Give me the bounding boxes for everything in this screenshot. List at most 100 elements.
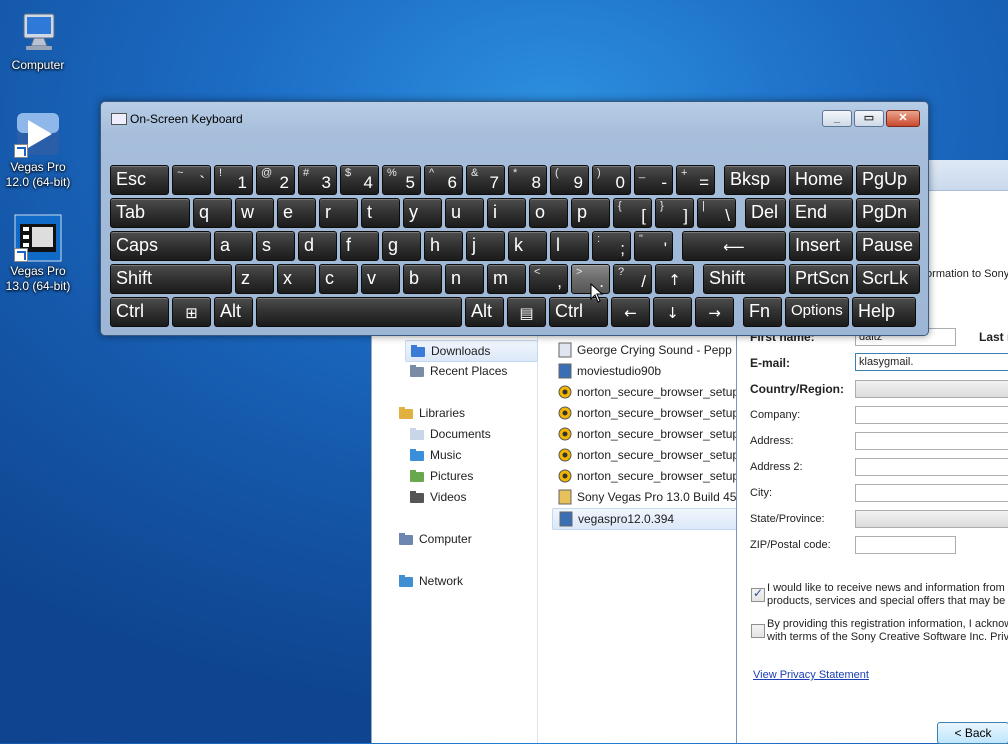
back-button[interactable]: < Back bbox=[937, 722, 1008, 744]
privacy-statement-link[interactable]: View Privacy Statement bbox=[753, 669, 869, 681]
nav-item-libraries[interactable]: Libraries bbox=[398, 403, 518, 423]
key-caps[interactable]: Caps bbox=[110, 231, 211, 261]
file-item[interactable]: norton_secure_browser_setup bbox=[552, 403, 737, 423]
desktop-icon-vegas-pro-13[interactable]: Vegas Pro 13.0 (64-bit) bbox=[0, 214, 76, 294]
key-[interactable]: + = bbox=[676, 165, 715, 195]
key-k[interactable]: k bbox=[508, 231, 547, 261]
key-help[interactable]: Help bbox=[852, 297, 916, 327]
nav-item-documents[interactable]: Documents bbox=[409, 424, 529, 444]
email-field[interactable]: klasygmail. bbox=[855, 353, 1008, 371]
key-p[interactable]: p bbox=[571, 198, 610, 228]
file-item[interactable]: moviestudio90b bbox=[552, 361, 737, 381]
key-z[interactable]: z bbox=[235, 264, 274, 294]
key-[interactable]: ⊞ bbox=[172, 297, 211, 327]
desktop-icon-vegas-pro-12[interactable]: Vegas Pro 12.0 (64-bit) bbox=[0, 110, 76, 190]
company-field[interactable] bbox=[855, 406, 1008, 424]
key-f[interactable]: f bbox=[340, 231, 379, 261]
key-prtscn[interactable]: PrtScn bbox=[789, 264, 853, 294]
key-2[interactable]: @2 bbox=[256, 165, 295, 195]
address-field[interactable] bbox=[855, 432, 1008, 450]
key-bksp[interactable]: Bksp bbox=[724, 165, 786, 195]
key-home[interactable]: Home bbox=[789, 165, 853, 195]
key-1[interactable]: ! 1 bbox=[214, 165, 253, 195]
key-[interactable]: ↓ bbox=[653, 297, 692, 327]
key-[interactable]: " ' bbox=[634, 231, 673, 261]
key-s[interactable]: s bbox=[256, 231, 295, 261]
key-5[interactable]: % 5 bbox=[382, 165, 421, 195]
key-q[interactable]: q bbox=[193, 198, 232, 228]
key-[interactable]: → bbox=[695, 297, 734, 327]
key-ctrl[interactable]: Ctrl bbox=[110, 297, 169, 327]
key-insert[interactable]: Insert bbox=[789, 231, 853, 261]
nav-item-network[interactable]: Network bbox=[398, 571, 518, 591]
file-item[interactable]: George Crying Sound - Pepp bbox=[552, 340, 737, 360]
zip-field[interactable] bbox=[855, 536, 956, 554]
key-scrlk[interactable]: ScrLk bbox=[856, 264, 920, 294]
key-6[interactable]: ^ 6 bbox=[424, 165, 463, 195]
key-[interactable]: ⟵ bbox=[682, 231, 786, 261]
key-[interactable]: <, bbox=[529, 264, 568, 294]
key-b[interactable]: b bbox=[403, 264, 442, 294]
key-end[interactable]: End bbox=[789, 198, 853, 228]
city-field[interactable] bbox=[855, 484, 1008, 502]
key-n[interactable]: n bbox=[445, 264, 484, 294]
key-9[interactable]: (9 bbox=[550, 165, 589, 195]
key-pgdn[interactable]: PgDn bbox=[856, 198, 920, 228]
key-j[interactable]: j bbox=[466, 231, 505, 261]
key-r[interactable]: r bbox=[319, 198, 358, 228]
key-o[interactable]: o bbox=[529, 198, 568, 228]
file-item[interactable]: Sony Vegas Pro 13.0 Build 453 bbox=[552, 487, 737, 507]
key-options[interactable]: Options bbox=[785, 297, 849, 327]
key-i[interactable]: i bbox=[487, 198, 526, 228]
key-shift[interactable]: Shift bbox=[110, 264, 232, 294]
key-[interactable]: | \ bbox=[697, 198, 736, 228]
nav-item-music[interactable]: Music bbox=[409, 445, 529, 465]
key-e[interactable]: e bbox=[277, 198, 316, 228]
key-[interactable]: ~ ` bbox=[172, 165, 211, 195]
state-dropdown[interactable] bbox=[855, 510, 1008, 528]
key-[interactable]: {[ bbox=[613, 198, 652, 228]
desktop-icon-computer[interactable]: Computer bbox=[0, 8, 76, 73]
key-t[interactable]: t bbox=[361, 198, 400, 228]
key-3[interactable]: #3 bbox=[298, 165, 337, 195]
nav-item-recent-places[interactable]: Recent Places bbox=[409, 361, 529, 381]
address2-field[interactable] bbox=[855, 458, 1008, 476]
nav-item-computer[interactable]: Computer bbox=[398, 529, 518, 549]
key-[interactable]: ▤ bbox=[507, 297, 546, 327]
file-item[interactable]: norton_secure_browser_setup bbox=[552, 466, 737, 486]
key-del[interactable]: Del bbox=[745, 198, 786, 228]
terms-checkbox[interactable] bbox=[751, 624, 765, 638]
key-y[interactable]: y bbox=[403, 198, 442, 228]
key-h[interactable]: h bbox=[424, 231, 463, 261]
key-[interactable]: ↑ bbox=[655, 264, 694, 294]
file-item[interactable]: vegaspro12.0.394 bbox=[552, 508, 739, 530]
key-x[interactable]: x bbox=[277, 264, 316, 294]
key-d[interactable]: d bbox=[298, 231, 337, 261]
key-alt[interactable]: Alt bbox=[465, 297, 504, 327]
key-c[interactable]: c bbox=[319, 264, 358, 294]
news-checkbox[interactable] bbox=[751, 586, 765, 602]
key-7[interactable]: & 7 bbox=[466, 165, 505, 195]
key-esc[interactable]: Esc bbox=[110, 165, 169, 195]
key-0[interactable]: ) 0 bbox=[592, 165, 631, 195]
key-8[interactable]: * 8 bbox=[508, 165, 547, 195]
key-[interactable]: ← bbox=[611, 297, 650, 327]
key-m[interactable]: m bbox=[487, 264, 526, 294]
key-pause[interactable]: Pause bbox=[856, 231, 920, 261]
nav-item-videos[interactable]: Videos bbox=[409, 487, 529, 507]
key-v[interactable]: v bbox=[361, 264, 400, 294]
file-item[interactable]: norton_secure_browser_setup bbox=[552, 424, 737, 444]
key-fn[interactable]: Fn bbox=[743, 297, 782, 327]
key-[interactable]: :; bbox=[592, 231, 631, 261]
key-pgup[interactable]: PgUp bbox=[856, 165, 920, 195]
key-a[interactable]: a bbox=[214, 231, 253, 261]
key-alt[interactable]: Alt bbox=[214, 297, 253, 327]
key-4[interactable]: $4 bbox=[340, 165, 379, 195]
file-item[interactable]: norton_secure_browser_setup bbox=[552, 382, 737, 402]
key-g[interactable]: g bbox=[382, 231, 421, 261]
key-space[interactable] bbox=[256, 297, 462, 327]
key-l[interactable]: l bbox=[550, 231, 589, 261]
key-shift[interactable]: Shift bbox=[703, 264, 786, 294]
country-dropdown[interactable] bbox=[855, 380, 1008, 398]
key-tab[interactable]: Tab bbox=[110, 198, 190, 228]
